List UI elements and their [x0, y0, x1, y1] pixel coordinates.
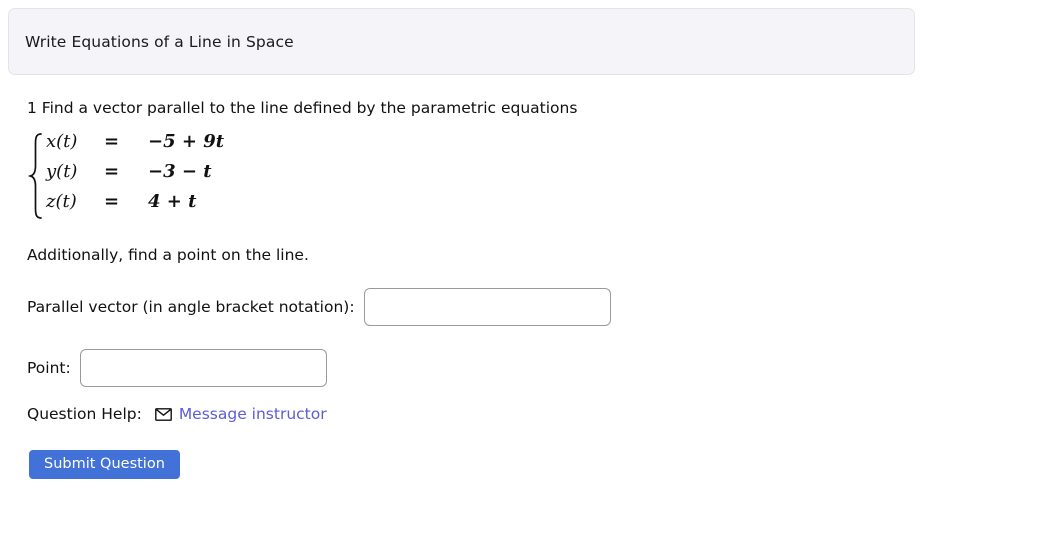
- equation-lhs: x(t): [46, 131, 78, 152]
- parallel-vector-label: Parallel vector (in angle bracket notati…: [27, 298, 355, 316]
- left-curly-brace-icon: [28, 132, 44, 220]
- equation-rows: x(t) = −5 + 9t y(t) = −3 − t z(t) = 4 + …: [46, 131, 224, 221]
- page-title: Write Equations of a Line in Space: [25, 32, 294, 51]
- question-help-label: Question Help:: [27, 405, 142, 423]
- equation-row: y(t) = −3 − t: [46, 161, 224, 191]
- equation-lhs: y(t): [46, 161, 78, 182]
- equation-row: z(t) = 4 + t: [46, 191, 224, 221]
- parallel-vector-field-row: Parallel vector (in angle bracket notati…: [27, 288, 611, 326]
- equation-rhs: 4 + t: [148, 191, 197, 212]
- equation-equals: =: [104, 131, 120, 152]
- question-header-panel: Write Equations of a Line in Space: [8, 8, 915, 75]
- envelope-icon[interactable]: [154, 407, 172, 421]
- equation-row: x(t) = −5 + 9t: [46, 131, 224, 161]
- parametric-system: x(t) = −5 + 9t y(t) = −3 − t z(t) = 4 + …: [28, 131, 224, 221]
- parallel-vector-input[interactable]: [363, 288, 611, 326]
- question-help-row: Question Help: Message instructor: [27, 405, 327, 423]
- equation-rhs: −3 − t: [148, 161, 212, 182]
- point-input[interactable]: [79, 349, 327, 387]
- equation-equals: =: [104, 161, 120, 182]
- point-field-row: Point:: [27, 349, 327, 387]
- equation-rhs: −5 + 9t: [148, 131, 225, 152]
- equation-lhs: z(t): [46, 191, 77, 212]
- additional-instruction: Additionally, find a point on the line.: [27, 246, 309, 264]
- message-instructor-link[interactable]: Message instructor: [179, 405, 327, 423]
- submit-question-button[interactable]: Submit Question: [29, 450, 180, 479]
- point-label: Point:: [27, 359, 71, 377]
- equation-equals: =: [104, 191, 120, 212]
- question-prompt: 1 Find a vector parallel to the line def…: [27, 99, 578, 117]
